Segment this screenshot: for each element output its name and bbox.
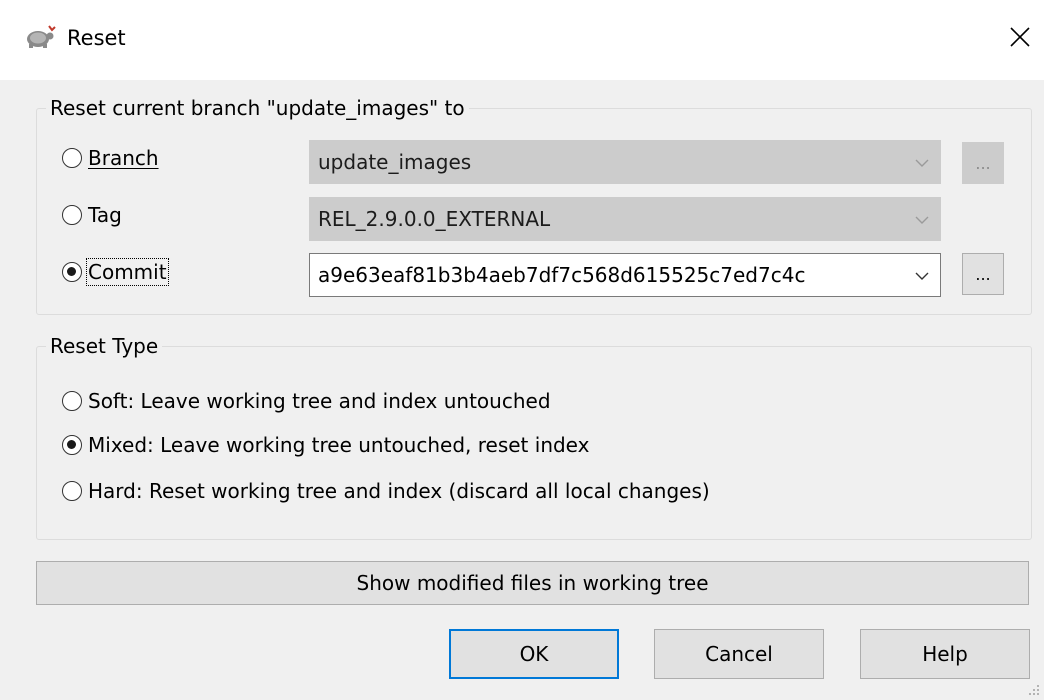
close-icon <box>1010 27 1030 47</box>
tag-combo: REL_2.9.0.0_EXTERNAL <box>309 197 941 241</box>
window-title: Reset <box>67 26 126 50</box>
mixed-reset-radio-circle[interactable] <box>62 435 82 455</box>
reset-type-group-label: Reset Type <box>46 334 163 358</box>
soft-reset-radio[interactable]: Soft: Leave working tree and index untou… <box>62 389 551 413</box>
mixed-reset-label: Mixed: Leave working tree untouched, res… <box>88 433 590 457</box>
chevron-down-icon[interactable] <box>914 268 930 284</box>
tag-radio-circle[interactable] <box>62 205 82 225</box>
title-bar[interactable]: Reset <box>0 0 1044 80</box>
tag-radio-label: Tag <box>88 203 122 227</box>
branch-combo: update_images <box>309 140 941 184</box>
hard-reset-radio-circle[interactable] <box>62 481 82 501</box>
branch-combo-value: update_images <box>318 150 472 174</box>
tag-radio[interactable]: Tag <box>62 203 122 227</box>
help-button[interactable]: Help <box>860 629 1030 679</box>
commit-combo-value: a9e63eaf81b3b4aeb7df7c568d615525c7ed7c4c <box>318 263 806 287</box>
target-group-label: Reset current branch "update_images" to <box>46 96 469 120</box>
commit-radio-circle[interactable] <box>62 262 82 282</box>
close-button[interactable] <box>996 14 1044 60</box>
chevron-down-icon <box>915 216 929 224</box>
tag-combo-value: REL_2.9.0.0_EXTERNAL <box>318 207 551 231</box>
hard-reset-radio[interactable]: Hard: Reset working tree and index (disc… <box>62 479 710 503</box>
commit-radio-label: Commit <box>86 258 169 286</box>
resize-grip-icon[interactable] <box>1028 684 1040 696</box>
chevron-down-icon <box>915 159 929 167</box>
branch-radio-label: Branch <box>88 146 159 170</box>
soft-reset-label: Soft: Leave working tree and index untou… <box>88 389 551 413</box>
tortoisegit-icon <box>27 25 56 48</box>
cancel-button[interactable]: Cancel <box>654 629 824 679</box>
ok-button[interactable]: OK <box>449 629 619 679</box>
commit-combo[interactable]: a9e63eaf81b3b4aeb7df7c568d615525c7ed7c4c <box>309 253 941 297</box>
commit-browse-button[interactable]: ... <box>962 253 1004 295</box>
show-modified-files-button[interactable]: Show modified files in working tree <box>36 561 1029 605</box>
branch-browse-button: ... <box>962 142 1004 184</box>
reset-dialog: Reset Reset current branch "update_image… <box>0 0 1044 700</box>
commit-radio[interactable]: Commit <box>62 258 169 286</box>
soft-reset-radio-circle[interactable] <box>62 391 82 411</box>
mixed-reset-radio[interactable]: Mixed: Leave working tree untouched, res… <box>62 433 589 457</box>
branch-radio-circle[interactable] <box>62 148 82 168</box>
branch-radio[interactable]: Branch <box>62 146 159 170</box>
hard-reset-label: Hard: Reset working tree and index (disc… <box>88 479 710 503</box>
